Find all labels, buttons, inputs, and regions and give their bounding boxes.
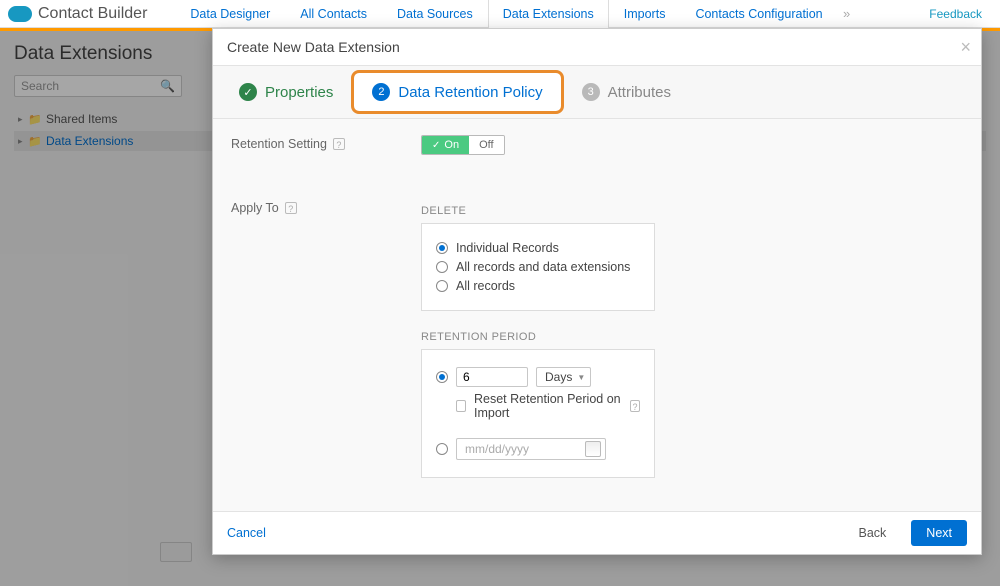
tab-data-designer[interactable]: Data Designer <box>175 0 285 27</box>
radio-icon <box>436 280 448 292</box>
modal-footer: Cancel Back Next <box>213 511 981 554</box>
period-value-input[interactable] <box>456 367 528 387</box>
radio-label: All records <box>456 279 515 293</box>
feedback-link[interactable]: Feedback <box>929 7 982 21</box>
step-badge-icon: ✓ <box>239 83 257 101</box>
brand-title: Contact Builder <box>38 5 147 23</box>
modal-title: Create New Data Extension <box>227 39 400 55</box>
radio-all-records[interactable]: All records <box>436 279 640 293</box>
row-retention-setting: Retention Setting ? On Off <box>231 135 963 155</box>
reset-on-import-label: Reset Retention Period on Import <box>474 392 622 420</box>
delete-heading: DELETE <box>421 205 963 217</box>
row-apply-to: Apply To ? DELETE Individual Records All… <box>231 199 963 478</box>
radio-period-date[interactable]: mm/dd/yyyy <box>436 438 640 460</box>
top-bar: Contact Builder Data Designer All Contac… <box>0 0 1000 28</box>
radio-icon <box>436 443 448 455</box>
cancel-button[interactable]: Cancel <box>227 526 266 540</box>
period-date-input[interactable]: mm/dd/yyyy <box>456 438 606 460</box>
step-data-retention-policy[interactable]: 2 Data Retention Policy <box>351 70 563 114</box>
retention-setting-label: Retention Setting <box>231 137 327 151</box>
brand: Contact Builder <box>8 5 147 23</box>
step-attributes[interactable]: 3 Attributes <box>564 73 689 111</box>
toggle-off[interactable]: Off <box>469 136 503 154</box>
radio-icon <box>436 371 448 383</box>
help-icon[interactable]: ? <box>333 138 345 150</box>
create-data-extension-modal: Create New Data Extension × ✓ Properties… <box>212 28 982 555</box>
modal-body: Retention Setting ? On Off Apply To ? DE… <box>213 119 981 511</box>
step-badge-icon: 3 <box>582 83 600 101</box>
tab-data-sources[interactable]: Data Sources <box>382 0 488 27</box>
radio-all-records-and-de[interactable]: All records and data extensions <box>436 260 640 274</box>
help-icon[interactable]: ? <box>285 202 297 214</box>
step-badge-icon: 2 <box>372 83 390 101</box>
tab-data-extensions[interactable]: Data Extensions <box>488 0 609 27</box>
tab-all-contacts[interactable]: All Contacts <box>285 0 382 27</box>
wizard-steps: ✓ Properties 2 Data Retention Policy 3 A… <box>213 66 981 119</box>
checkbox-icon <box>456 400 466 412</box>
step-properties[interactable]: ✓ Properties <box>221 73 351 111</box>
tabs-overflow-icon[interactable]: » <box>838 0 856 27</box>
modal-header: Create New Data Extension × <box>213 29 981 66</box>
toggle-on[interactable]: On <box>422 136 469 154</box>
radio-label: Individual Records <box>456 241 559 255</box>
radio-icon <box>436 261 448 273</box>
radio-period-duration[interactable]: Days <box>436 367 640 387</box>
cloud-logo-icon <box>8 6 32 22</box>
period-unit-select[interactable]: Days <box>536 367 591 387</box>
reset-on-import-row[interactable]: Reset Retention Period on Import ? <box>456 392 640 420</box>
radio-individual-records[interactable]: Individual Records <box>436 241 640 255</box>
close-icon[interactable]: × <box>960 37 971 58</box>
apply-to-label: Apply To <box>231 201 279 215</box>
delete-options-panel: Individual Records All records and data … <box>421 223 655 311</box>
back-button[interactable]: Back <box>844 520 902 546</box>
step-label: Attributes <box>608 84 671 101</box>
help-icon[interactable]: ? <box>630 400 640 412</box>
step-label: Data Retention Policy <box>398 84 542 101</box>
radio-icon <box>436 242 448 254</box>
retention-period-panel: Days Reset Retention Period on Import ? … <box>421 349 655 478</box>
step-label: Properties <box>265 84 333 101</box>
date-placeholder: mm/dd/yyyy <box>465 442 529 456</box>
radio-label: All records and data extensions <box>456 260 630 274</box>
retention-toggle[interactable]: On Off <box>421 135 505 155</box>
primary-tabs: Data Designer All Contacts Data Sources … <box>175 0 855 27</box>
tab-contacts-configuration[interactable]: Contacts Configuration <box>680 0 837 27</box>
tab-imports[interactable]: Imports <box>609 0 681 27</box>
next-button[interactable]: Next <box>911 520 967 546</box>
retention-period-heading: RETENTION PERIOD <box>421 331 963 343</box>
